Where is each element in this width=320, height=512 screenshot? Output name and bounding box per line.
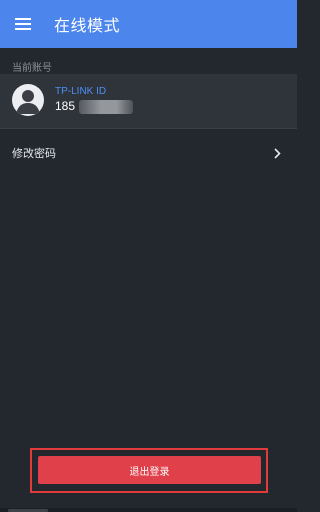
page-title: 在线模式	[54, 16, 121, 35]
divider	[0, 128, 297, 129]
user-avatar-icon	[12, 84, 44, 116]
logout-button[interactable]: 退出登录	[38, 456, 261, 484]
menu-button[interactable]	[0, 0, 44, 48]
change-password-label: 修改密码	[12, 147, 56, 160]
chevron-right-icon	[274, 147, 281, 159]
hamburger-menu-icon	[15, 18, 31, 30]
change-password-item[interactable]: 修改密码	[0, 140, 297, 166]
app-bar: 在线模式	[0, 0, 297, 48]
current-account-header: 当前账号	[12, 63, 52, 74]
account-number: 185	[55, 99, 76, 113]
account-row: TP-LINK ID 185	[0, 74, 297, 128]
redaction-mask	[79, 100, 133, 114]
account-type-label: TP-LINK ID	[55, 86, 107, 97]
app-screen: 在线模式 当前账号 TP-LINK ID 185 修改密码 退出登录	[0, 0, 297, 512]
